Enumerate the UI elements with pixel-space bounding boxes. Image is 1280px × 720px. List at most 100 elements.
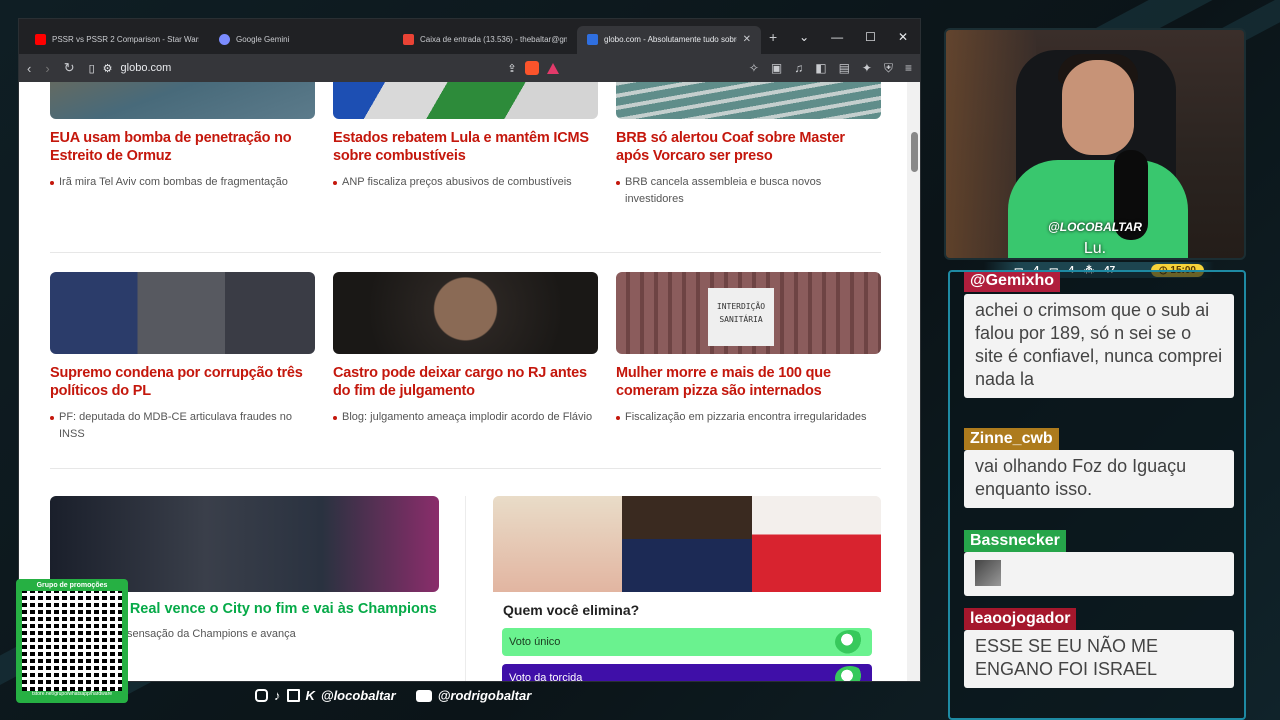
news-headline[interactable]: EUA usam bomba de penetração no Estreito…: [50, 129, 315, 165]
news-row-middle: Supremo condena por corrupção três polít…: [50, 272, 881, 443]
stream-scene: PSSR vs PSSR 2 Comparison - Star Wars Je…: [0, 0, 1280, 720]
chat-text: achei o crimsom que o sub ai falou por 1…: [964, 294, 1234, 398]
news-card[interactable]: Supremo condena por corrupção três polít…: [50, 272, 315, 443]
menu-icon[interactable]: ≡: [905, 61, 912, 76]
streamer-handle: @LOCOBALTAR: [1048, 220, 1142, 234]
news-headline[interactable]: Estados rebatem Lula e mantêm ICMS sobre…: [333, 129, 598, 165]
news-bullet[interactable]: PF: deputada do MDB-CE articulava fraude…: [50, 409, 315, 443]
music-icon[interactable]: ♫: [794, 61, 803, 76]
chat-panel: @Gemixho achei o crimsom que o sub ai fa…: [948, 270, 1246, 720]
qr-caption: Grupo de promoções: [36, 582, 108, 589]
scrollbar[interactable]: [907, 82, 920, 681]
chat-text: vai olhando Foz do Iguaçu enquanto isso.: [964, 450, 1234, 508]
chat-username: Zinne_cwb: [964, 428, 1059, 450]
tab-label: Caixa de entrada (13.536) - thebaltar@gm…: [420, 35, 567, 44]
tab-gemini[interactable]: Google Gemini: [209, 26, 393, 54]
site-info-icon[interactable]: ⚙: [103, 62, 113, 75]
tab-search-icon[interactable]: ⌄: [799, 30, 809, 44]
twitch-icon: [286, 689, 300, 702]
minimize-icon[interactable]: —: [831, 30, 843, 44]
streamer-subtitle: Lu.: [1083, 240, 1107, 257]
poll-card: Quem você elimina? Voto único Voto da to…: [493, 496, 881, 682]
vote-crowd-button[interactable]: Voto da torcida: [502, 664, 872, 682]
chat-text: ESSE SE EU NÃO ME ENGANO FOI ISRAEL: [964, 630, 1234, 688]
news-card[interactable]: Castro pode deixar cargo no RJ antes do …: [333, 272, 598, 443]
news-headline[interactable]: BRB só alertou Coaf sobre Master após Vo…: [616, 129, 881, 165]
social-handle: @rodrigobaltar: [437, 688, 532, 703]
mascot-icon: [835, 666, 865, 681]
maximize-icon[interactable]: ☐: [865, 30, 876, 44]
news-headline[interactable]: Supremo condena por corrupção três polít…: [50, 364, 315, 400]
chat-message: @Gemixho achei o crimsom que o sub ai fa…: [964, 272, 1234, 398]
tab-label: PSSR vs PSSR 2 Comparison - Star Wars Je…: [52, 35, 199, 44]
tab-youtube[interactable]: PSSR vs PSSR 2 Comparison - Star Wars Je…: [25, 26, 209, 54]
social-bar: ♪ K @locobaltar @rodrigobaltar: [255, 688, 531, 703]
gmail-icon: [403, 34, 414, 45]
extensions-icon[interactable]: ✧: [749, 61, 759, 76]
news-bullet[interactable]: Blog: julgamento ameaça implodir acordo …: [333, 409, 598, 426]
news-bullet[interactable]: BRB cancela assembleia e busca novos inv…: [616, 174, 881, 208]
qr-code: [22, 591, 122, 691]
wallet-icon[interactable]: ▤: [839, 61, 850, 76]
gemini-icon: [219, 34, 230, 45]
chat-text: [964, 552, 1234, 596]
news-image: [50, 272, 315, 354]
chat-message: Zinne_cwb vai olhando Foz do Iguaçu enqu…: [964, 428, 1234, 508]
share-icon[interactable]: ⇪: [507, 62, 516, 75]
tab-strip: PSSR vs PSSR 2 Comparison - Star Wars Je…: [19, 19, 920, 54]
news-card[interactable]: INTERDIÇÃO SANITÁRIA Mulher morre e mais…: [616, 272, 881, 443]
tiktok-icon: ♪: [274, 688, 281, 703]
vote-label: Voto da torcida: [509, 672, 583, 682]
sports-image: [50, 496, 439, 592]
ai-icon[interactable]: ✦: [862, 61, 872, 76]
qr-promo: Grupo de promoções tstore.net/grupo/what…: [16, 579, 128, 703]
webcam-feed: @LOCOBALTAR Lu.: [944, 28, 1246, 260]
news-image: [333, 272, 598, 354]
screenshot-icon[interactable]: ▣: [771, 61, 782, 76]
youtube-icon: [415, 689, 432, 702]
qr-link: tstore.net/grupo/whatsapp/hardware: [31, 691, 113, 697]
news-image: [616, 82, 881, 119]
news-headline[interactable]: Mulher morre e mais de 100 que comeram p…: [616, 364, 881, 400]
news-headline[interactable]: Castro pode deixar cargo no RJ antes do …: [333, 364, 598, 400]
back-icon[interactable]: ‹: [27, 61, 31, 76]
browser-window: PSSR vs PSSR 2 Comparison - Star Wars Je…: [18, 18, 921, 682]
new-tab-icon[interactable]: +: [769, 29, 777, 45]
tab-gmail[interactable]: Caixa de entrada (13.536) - thebaltar@gm…: [393, 26, 577, 54]
divider: [465, 496, 466, 681]
brave-shield-icon[interactable]: [524, 61, 539, 75]
vote-single-button[interactable]: Voto único: [502, 628, 872, 656]
page-content: EUA usam bomba de penetração no Estreito…: [19, 82, 907, 682]
close-window-icon[interactable]: ✕: [898, 30, 908, 44]
bookmark-icon[interactable]: ▯: [89, 62, 95, 75]
news-bullet[interactable]: Irã mira Tel Aviv com bombas de fragment…: [50, 174, 315, 191]
address-bar[interactable]: ▯ ⚙ globo.com ⇪: [89, 61, 559, 75]
tab-label: globo.com - Absolutamente tudo sobre: [604, 35, 737, 44]
chat-username: Bassnecker: [964, 530, 1066, 552]
window-controls: ⌄ — ☐ ✕: [799, 30, 920, 44]
brave-rewards-icon[interactable]: [546, 62, 559, 74]
news-card[interactable]: Estados rebatem Lula e mantêm ICMS sobre…: [333, 82, 598, 208]
emote-icon: [975, 560, 1001, 586]
chat-message: leaoojogador ESSE SE EU NÃO ME ENGANO FO…: [964, 608, 1234, 688]
tab-globo[interactable]: globo.com - Absolutamente tudo sobre ✕: [577, 25, 761, 54]
vpn-icon[interactable]: ⛨: [884, 61, 893, 76]
sidebar-icon[interactable]: ◧: [815, 61, 826, 76]
news-bullet[interactable]: ANP fiscaliza preços abusivos de combust…: [333, 174, 598, 191]
news-card[interactable]: BRB só alertou Coaf sobre Master após Vo…: [616, 82, 881, 208]
tab-label: Google Gemini: [236, 35, 290, 44]
social-handle: @locobaltar: [320, 688, 396, 703]
nav-toolbar: ‹ › ↻ ▯ ⚙ globo.com ⇪ ✧ ▣ ♫ ◧ ▤ ✦ ⛨ ≡: [19, 54, 920, 82]
url-text[interactable]: globo.com: [121, 62, 500, 74]
scrollbar-thumb[interactable]: [911, 132, 918, 172]
reload-icon[interactable]: ↻: [64, 60, 75, 76]
forward-icon[interactable]: ›: [45, 61, 49, 76]
close-tab-icon[interactable]: ✕: [743, 34, 751, 45]
news-card[interactable]: EUA usam bomba de penetração no Estreito…: [50, 82, 315, 208]
news-image: INTERDIÇÃO SANITÁRIA: [616, 272, 881, 354]
divider: [50, 468, 881, 469]
mascot-icon: [835, 630, 865, 654]
news-bullet[interactable]: Fiscalização em pizzaria encontra irregu…: [616, 409, 881, 426]
divider: [50, 252, 881, 253]
chat-username: leaoojogador: [964, 608, 1077, 630]
